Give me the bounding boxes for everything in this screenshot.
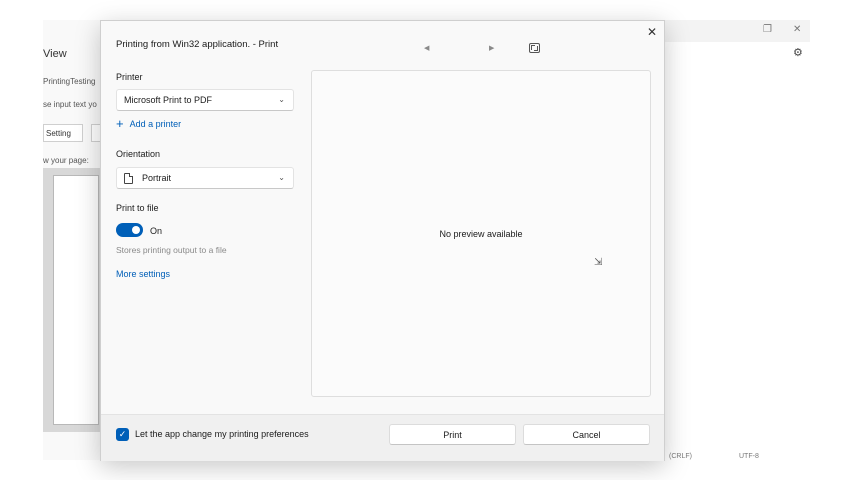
print-to-file-helper-text: Stores printing output to a file xyxy=(116,245,227,255)
orientation-label: Orientation xyxy=(116,149,161,159)
next-page-icon[interactable]: ▶ xyxy=(489,44,494,52)
add-printer-link[interactable]: + Add a printer xyxy=(116,116,182,131)
background-status-eol: (CRLF) xyxy=(669,453,692,460)
fit-to-window-icon[interactable] xyxy=(529,43,540,53)
checkmark-icon: ✓ xyxy=(118,429,127,439)
let-app-change-label[interactable]: Let the app change my printing preferenc… xyxy=(135,429,309,439)
toggle-knob xyxy=(132,226,140,234)
chevron-down-icon: ⌄ xyxy=(278,173,285,182)
document-icon xyxy=(124,172,133,184)
previous-page-icon[interactable]: ◀ xyxy=(424,44,429,52)
background-setting-button[interactable]: Setting xyxy=(43,124,83,142)
background-close-icon[interactable]: ✕ xyxy=(793,24,801,35)
toggle-state-label: On xyxy=(150,226,163,236)
printer-label: Printer xyxy=(116,72,143,82)
chevron-down-icon: ⌄ xyxy=(278,95,285,104)
add-printer-label: Add a printer xyxy=(129,119,182,129)
more-settings-link[interactable]: More settings xyxy=(116,269,170,279)
print-to-file-toggle[interactable] xyxy=(116,223,143,237)
print-button[interactable]: Print xyxy=(389,424,516,445)
orientation-select-value: Portrait xyxy=(142,173,172,183)
dialog-title: Printing from Win32 application. - Print xyxy=(116,39,279,50)
plus-icon: + xyxy=(116,116,124,131)
background-app-name: PrintingTesting xyxy=(43,77,96,86)
mouse-cursor-icon: ⇲ xyxy=(594,257,603,268)
cancel-button[interactable]: Cancel xyxy=(523,424,650,445)
printer-select[interactable]: Microsoft Print to PDF ⌄ xyxy=(116,89,294,111)
dialog-footer: ✓ Let the app change my printing prefere… xyxy=(101,414,664,461)
gear-icon[interactable]: ⚙ xyxy=(793,46,803,59)
background-preview-page xyxy=(53,175,99,425)
background-titlebar xyxy=(665,20,810,42)
let-app-change-checkbox[interactable]: ✓ xyxy=(116,428,129,441)
printer-select-value: Microsoft Print to PDF xyxy=(124,95,213,105)
background-right-panel xyxy=(665,20,810,460)
preview-pane: No preview available ⇲ xyxy=(311,70,651,397)
background-preview-label: w your page: xyxy=(43,156,89,165)
close-icon[interactable]: ✕ xyxy=(645,25,659,39)
background-input-label: se input text yo xyxy=(43,100,97,109)
preview-message: No preview available xyxy=(439,229,523,239)
print-dialog: Printing from Win32 application. - Print… xyxy=(100,20,665,461)
print-to-file-label: Print to file xyxy=(116,203,159,213)
orientation-select[interactable]: Portrait ⌄ xyxy=(116,167,294,189)
restore-icon[interactable]: ❐ xyxy=(763,24,772,35)
background-status-encoding: UTF-8 xyxy=(739,453,759,460)
background-view-menu[interactable]: View xyxy=(43,48,67,60)
